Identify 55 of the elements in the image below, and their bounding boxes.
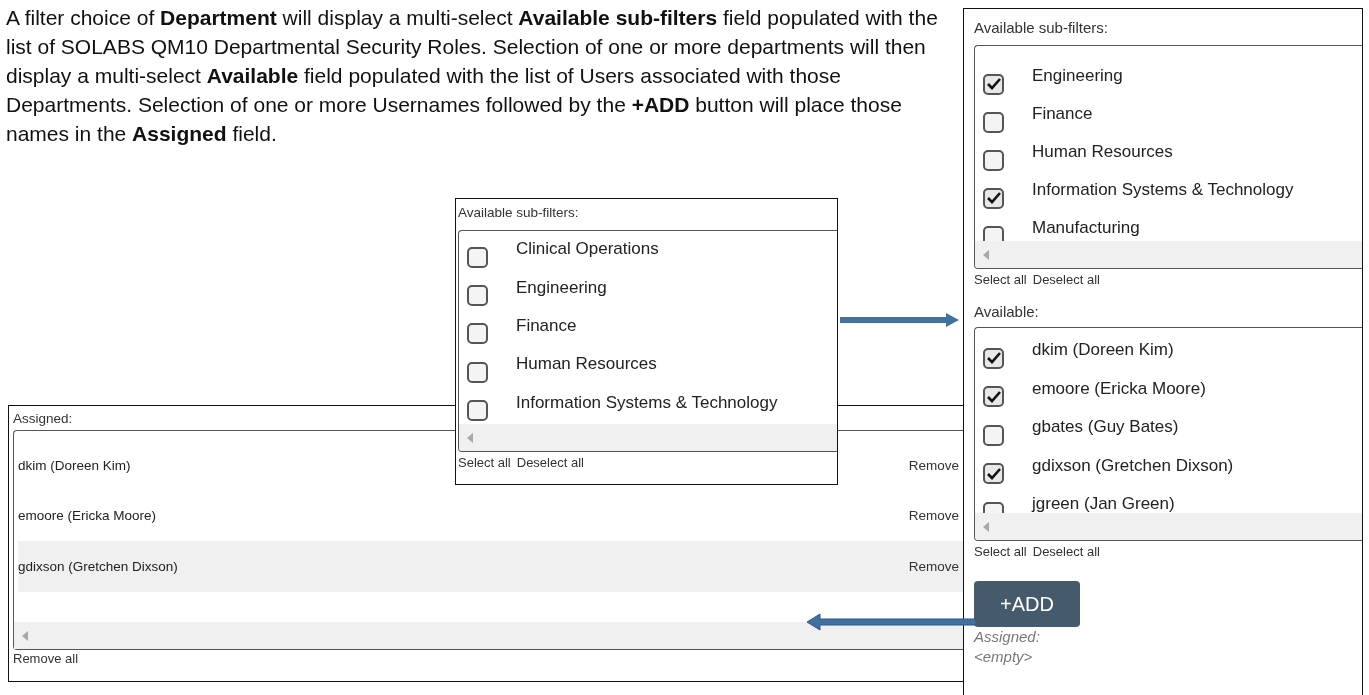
option-label: Human Resources [516,354,657,375]
checkbox[interactable] [983,111,1004,133]
user-name: dkim (Doreen Kim) [18,457,131,473]
right-arrow-icon [840,312,960,328]
checkbox[interactable] [983,149,1004,171]
checkbox[interactable] [983,73,1004,95]
option-label: jgreen (Jan Green) [1032,494,1175,513]
remove-link[interactable]: Remove [908,558,959,574]
user-name: emoore (Ericka Moore) [18,508,157,524]
deselect-all-link[interactable]: Deselect all [1032,271,1100,289]
intro-paragraph: A filter choice of Department will display a multi-select Available sub-filters field populated with the list of SOLABS QM10 Departmental Security Roles. Selection of one or more departments will then display a multi-select Available field populated with the list of Users associated with those Departments. Selection of one or more Usernames followed by the +ADD button will place those names in the Assigned field. [6,5,939,147]
panel-title: Available sub-filters: [458,204,579,222]
horizontal-scrollbar[interactable] [975,513,1362,540]
option-label: dkim (Doreen Kim) [1032,340,1174,361]
checkbox[interactable] [983,347,1004,369]
assigned-value: <empty> [974,647,1033,667]
option-label: emoore (Ericka Moore) [1032,378,1206,399]
deselect-all-link[interactable]: Deselect all [516,454,584,472]
option-label: Finance [1032,104,1093,124]
select-all-link[interactable]: Select all [974,271,1027,289]
remove-all-link[interactable]: Remove all [13,650,967,668]
checkbox[interactable] [467,361,488,383]
option-label: Finance [516,315,577,336]
horizontal-scrollbar[interactable] [459,424,837,451]
remove-link[interactable]: Remove [908,457,959,473]
select-all-link[interactable]: Select all [458,454,511,472]
option-label: Clinical Operations [516,239,659,260]
left-arrow-icon [806,613,976,631]
option-label: Manufacturing [1032,218,1140,238]
option-label: gbates (Guy Bates) [1032,417,1179,438]
checkbox[interactable] [467,400,488,422]
checkbox[interactable] [467,323,488,345]
checkbox[interactable] [983,424,1004,446]
select-all-link[interactable]: Select all [974,543,1027,561]
checkbox[interactable] [467,246,488,268]
option-label: Engineering [516,277,607,298]
add-button[interactable]: +ADD [974,581,1080,627]
user-name: gdixson (Gretchen Dixson) [18,558,178,574]
deselect-all-link[interactable]: Deselect all [1032,543,1100,561]
checkbox[interactable] [983,386,1004,408]
checkbox[interactable] [983,225,1004,241]
option-label: gdixson (Gretchen Dixson) [1032,455,1234,476]
checkbox[interactable] [467,285,488,307]
remove-link[interactable]: Remove [908,508,959,524]
horizontal-scrollbar[interactable] [975,241,1362,268]
panel-title: Available: [974,303,1039,321]
option-label: Information Systems & Technology [1032,180,1294,200]
checkbox[interactable] [983,187,1004,209]
panel-title: Available sub-filters: [974,19,1108,37]
option-label: Information Systems & Technology [516,392,778,413]
assigned-label: Assigned: [974,627,1040,647]
option-label: Human Resources [1032,142,1173,162]
option-label: Engineering [1032,66,1123,86]
panel-title: Assigned: [13,410,73,428]
checkbox[interactable] [983,463,1004,485]
